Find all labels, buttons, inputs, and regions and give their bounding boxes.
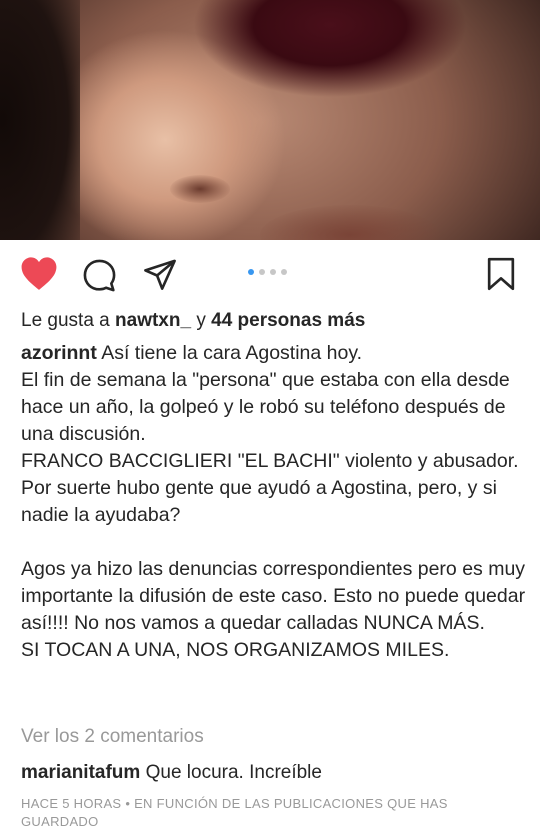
carousel-indicator — [248, 269, 287, 275]
carousel-dot — [270, 269, 276, 275]
caption-text: Así tiene la cara Agostina hoy. — [101, 342, 363, 364]
comment-text: Que locura. Increíble — [145, 762, 322, 783]
share-button[interactable] — [142, 258, 178, 298]
photo-shade — [260, 205, 440, 240]
comment-username[interactable]: marianitafum — [21, 762, 140, 783]
caption-line: El fin de semana la "persona" que estaba… — [21, 369, 510, 445]
heart-icon — [21, 257, 57, 290]
bookmark-icon — [487, 257, 515, 291]
post-photo[interactable] — [0, 0, 540, 240]
caption-line: Agos ya hizo las denuncias correspondien… — [21, 558, 526, 634]
photo-shade — [0, 0, 80, 240]
caption-line: azorinnt Así tiene la cara Agostina hoy. — [21, 340, 526, 367]
photo-shade — [170, 175, 230, 203]
carousel-dot — [259, 269, 265, 275]
likes-prefix: Le gusta a — [21, 310, 110, 331]
caption-line: SI TOCAN A UNA, NOS ORGANIZAMOS MILES. — [21, 639, 450, 661]
comment-item: marianitafum Que locura. Increíble — [21, 762, 322, 784]
post-caption: azorinnt Así tiene la cara Agostina hoy.… — [21, 340, 526, 664]
comment-button[interactable] — [82, 258, 117, 298]
caption-line: Por suerte hubo gente que ayudó a Agosti… — [21, 477, 497, 526]
save-button[interactable] — [486, 257, 516, 296]
likes-others[interactable]: 44 personas más — [211, 310, 365, 331]
carousel-dot — [248, 269, 254, 275]
comment-icon — [83, 259, 116, 292]
likes-summary[interactable]: Le gusta a nawtxn_ y 44 personas más — [21, 310, 365, 332]
likes-conjunction: y — [196, 310, 206, 331]
liker-username[interactable]: nawtxn_ — [115, 310, 191, 331]
caption-username[interactable]: azorinnt — [21, 342, 97, 364]
share-icon — [144, 259, 176, 290]
view-comments-link[interactable]: Ver los 2 comentarios — [21, 726, 204, 748]
caption-line: FRANCO BACCIGLIERI "EL BACHI" violento y… — [21, 450, 519, 472]
like-button[interactable] — [20, 256, 58, 297]
post-meta: HACE 5 HORAS • EN FUNCIÓN DE LAS PUBLICA… — [21, 796, 448, 829]
carousel-dot — [281, 269, 287, 275]
